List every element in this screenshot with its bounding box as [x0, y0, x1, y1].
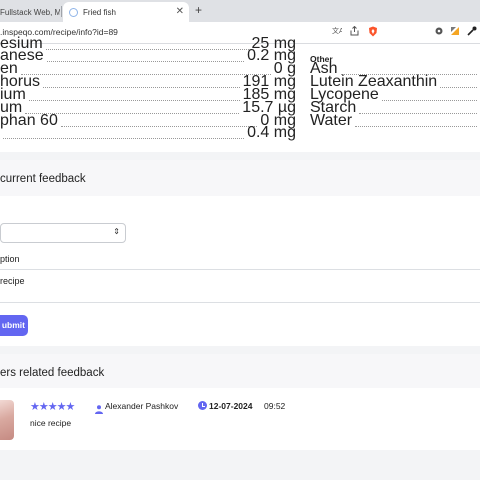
- close-tab-icon[interactable]: ✕: [176, 6, 184, 17]
- description-textarea[interactable]: recipe: [0, 269, 480, 303]
- clock-icon: [198, 401, 207, 410]
- extension-icon[interactable]: [450, 26, 460, 39]
- feedback-form: ⇕ ption recipe ubmit: [0, 196, 480, 346]
- loading-icon: [69, 7, 78, 17]
- reviewer-name: Alexander Pashkov: [105, 401, 179, 411]
- svg-text:文A: 文A: [332, 26, 342, 35]
- review-time: 09:52: [264, 401, 286, 411]
- description-label: ption: [0, 254, 20, 264]
- nutrient-row: 0.4 mg: [0, 124, 296, 142]
- rating-select[interactable]: ⇕: [0, 223, 126, 243]
- tab-fried-fish[interactable]: Fried fish ✕: [63, 2, 189, 22]
- rating-stars: ★★★★★: [30, 401, 75, 413]
- review-comment: nice recipe: [30, 418, 72, 428]
- avatar: [0, 400, 14, 440]
- eyedropper-icon[interactable]: [467, 26, 477, 39]
- feedback-title: current feedback: [0, 173, 86, 185]
- brave-shield-icon[interactable]: [368, 26, 378, 40]
- submit-button[interactable]: ubmit: [0, 315, 28, 336]
- nutrient-row: Water: [310, 112, 480, 130]
- review-item: ★★★★★ Alexander Pashkov 12-07-2024 09:52…: [0, 388, 480, 450]
- recipe-page: esium 25 mg anese 0.2 mg en 0 g horus 191 mg…: [0, 35, 480, 480]
- browser-tab-bar: Fullstack Web, Mo Fried fish ✕ +: [0, 0, 480, 22]
- nutrition-card: esium 25 mg anese 0.2 mg en 0 g horus 191 mg…: [0, 35, 480, 152]
- review-date: 12-07-2024: [209, 401, 253, 411]
- settings-gear-icon[interactable]: [434, 26, 444, 39]
- tab-label: Fried fish: [83, 7, 116, 17]
- user-icon: [95, 401, 103, 414]
- related-feedback-title: ers related feedback: [0, 367, 105, 379]
- share-icon[interactable]: [350, 25, 359, 39]
- nutrient-row: anese 0.2 mg: [0, 47, 296, 64]
- select-arrows-icon: ⇕: [113, 227, 120, 236]
- translate-icon[interactable]: 文A: [332, 26, 344, 39]
- tab-divider: [61, 6, 62, 17]
- new-tab-icon[interactable]: +: [195, 3, 202, 17]
- tab-fullstack[interactable]: Fullstack Web, Mo: [0, 2, 60, 22]
- tab-label: Fullstack Web, Mo: [0, 7, 60, 17]
